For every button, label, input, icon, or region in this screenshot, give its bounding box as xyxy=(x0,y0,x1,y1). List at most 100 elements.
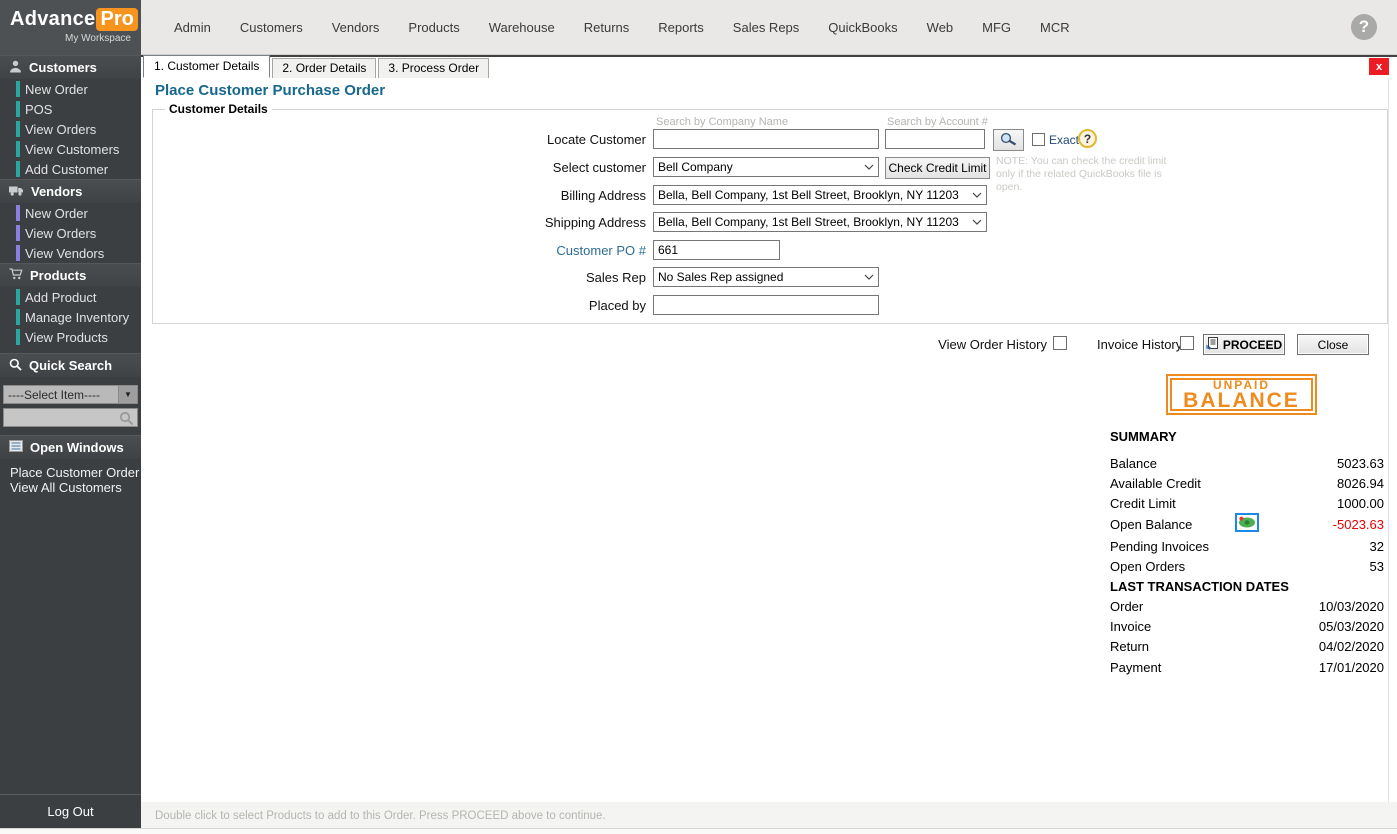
quick-search-input[interactable] xyxy=(3,408,138,427)
sidebar-item-view-vendors[interactable]: View Vendors xyxy=(0,243,141,263)
open-windows-list: Place Customer Order View All Customers xyxy=(0,465,141,495)
sidebar-section-products[interactable]: Products xyxy=(0,263,141,287)
sidebar-item-label: View Orders xyxy=(25,122,96,137)
sidebar-item-customers-new-order[interactable]: New Order xyxy=(0,79,141,99)
sidebar-item-pos[interactable]: POS xyxy=(0,99,141,119)
fieldset-legend: Customer Details xyxy=(165,102,272,116)
locate-help-icon[interactable]: ? xyxy=(1078,129,1097,148)
help-glyph: ? xyxy=(1359,17,1369,37)
check-credit-limit-button[interactable]: Check Credit Limit xyxy=(885,157,990,179)
billing-address-label: Billing Address xyxy=(446,188,646,203)
sidebar-item-add-product[interactable]: Add Product xyxy=(0,287,141,307)
nav-warehouse[interactable]: Warehouse xyxy=(489,20,555,35)
nav-products[interactable]: Products xyxy=(408,20,459,35)
main-content: 1. Customer Details 2. Order Details 3. … xyxy=(141,55,1397,834)
open-window-place-customer-order[interactable]: Place Customer Order xyxy=(0,465,141,480)
nav-mcr[interactable]: MCR xyxy=(1040,20,1070,35)
right-divider xyxy=(1388,79,1389,802)
sidebar-section-customers[interactable]: Customers xyxy=(0,55,141,79)
summary-label: Pending Invoices xyxy=(1110,539,1209,554)
summary-panel: SUMMARY Balance 5023.63 Available Credit… xyxy=(1110,429,1384,678)
sidebar-item-vendors-new-order[interactable]: New Order xyxy=(0,203,141,223)
logout-button[interactable]: Log Out xyxy=(0,794,141,828)
nav-mfg[interactable]: MFG xyxy=(982,20,1011,35)
select-customer-dropdown[interactable]: Bell Company xyxy=(653,157,879,177)
check-credit-limit-label: Check Credit Limit xyxy=(888,161,986,175)
nav-quickbooks[interactable]: QuickBooks xyxy=(828,20,897,35)
sidebar-item-view-products[interactable]: View Products xyxy=(0,327,141,347)
placed-by-input[interactable] xyxy=(653,295,879,315)
proceed-button[interactable]: PROCEED xyxy=(1203,334,1285,355)
close-button[interactable]: Close xyxy=(1297,334,1369,355)
sidebar-item-view-orders[interactable]: View Orders xyxy=(0,119,141,139)
logo-line: Advance Pro xyxy=(10,8,133,31)
sidebar-item-label: View Customers xyxy=(25,142,119,157)
nav-returns[interactable]: Returns xyxy=(584,20,630,35)
nav-sales-reps[interactable]: Sales Reps xyxy=(733,20,799,35)
company-search-hint: Search by Company Name xyxy=(656,116,788,128)
quick-search-item-select[interactable]: ----Select Item---- ▼ xyxy=(3,385,138,404)
app-logo[interactable]: Advance Pro My Workspace xyxy=(0,0,141,55)
sidebar-item-label: POS xyxy=(25,102,52,117)
bottom-strip xyxy=(0,828,1397,834)
summary-value: 53 xyxy=(1370,559,1384,574)
nav-vendors[interactable]: Vendors xyxy=(332,20,380,35)
summary-label: Available Credit xyxy=(1110,476,1201,491)
summary-row-pending-invoices: Pending Invoices 32 xyxy=(1110,536,1384,556)
help-icon[interactable]: ? xyxy=(1351,14,1377,40)
sidebar-item-label: View Vendors xyxy=(25,246,104,261)
view-order-history-checkbox[interactable] xyxy=(1053,336,1067,350)
tab-customer-details[interactable]: 1. Customer Details xyxy=(143,55,270,78)
date-label: Invoice xyxy=(1110,619,1151,634)
money-icon[interactable] xyxy=(1235,513,1259,532)
nav-reports[interactable]: Reports xyxy=(658,20,704,35)
cart-icon xyxy=(9,268,23,283)
customer-po-input[interactable] xyxy=(653,240,780,260)
sidebar-item-add-customer[interactable]: Add Customer xyxy=(0,159,141,179)
tab-order-details[interactable]: 2. Order Details xyxy=(272,58,376,78)
billing-address-dropdown[interactable]: Bella, Bell Company, 1st Bell Street, Br… xyxy=(653,185,987,205)
sidebar-section-title: Customers xyxy=(29,60,97,75)
shipping-address-dropdown[interactable]: Bella, Bell Company, 1st Bell Street, Br… xyxy=(653,212,987,232)
sidebar-item-manage-inventory[interactable]: Manage Inventory xyxy=(0,307,141,327)
sidebar-item-view-customers[interactable]: View Customers xyxy=(0,139,141,159)
customer-details-fieldset: Customer Details Search by Company Name … xyxy=(152,109,1388,324)
chevron-down-icon[interactable]: ▼ xyxy=(118,386,137,403)
summary-value: 1000.00 xyxy=(1337,496,1384,511)
proceed-label: PROCEED xyxy=(1223,338,1282,352)
sidebar-item-vendors-view-orders[interactable]: View Orders xyxy=(0,223,141,243)
account-search-input[interactable] xyxy=(885,129,985,149)
exact-checkbox[interactable] xyxy=(1032,133,1045,146)
shipping-address-value: Bella, Bell Company, 1st Bell Street, Br… xyxy=(654,215,968,229)
sales-rep-dropdown[interactable]: No Sales Rep assigned xyxy=(653,267,879,287)
tab-process-order[interactable]: 3. Process Order xyxy=(378,58,489,78)
sidebar-item-label: New Order xyxy=(25,206,88,221)
invoice-history-label: Invoice History xyxy=(1097,337,1182,352)
select-customer-label: Select customer xyxy=(446,160,646,175)
invoice-history-checkbox[interactable] xyxy=(1180,336,1194,350)
date-row-order: Order 10/03/2020 xyxy=(1110,596,1384,616)
chevron-down-icon xyxy=(968,219,986,225)
nav-web[interactable]: Web xyxy=(927,20,954,35)
status-bar: Double click to select Products to add t… xyxy=(141,802,1397,829)
last-transaction-dates-title: LAST TRANSACTION DATES xyxy=(1110,576,1384,596)
date-label: Return xyxy=(1110,639,1149,654)
logout-label: Log Out xyxy=(47,804,93,819)
close-window-button[interactable]: x xyxy=(1369,58,1389,75)
sidebar-section-vendors[interactable]: Vendors xyxy=(0,179,141,203)
summary-value-negative: -5023.63 xyxy=(1333,517,1384,532)
search-icon[interactable] xyxy=(119,411,134,431)
summary-label: Open Orders xyxy=(1110,559,1185,574)
chevron-down-icon xyxy=(860,164,878,170)
billing-address-value: Bella, Bell Company, 1st Bell Street, Br… xyxy=(654,188,968,202)
nav-admin[interactable]: Admin xyxy=(174,20,211,35)
date-row-payment: Payment 17/01/2020 xyxy=(1110,656,1384,678)
sidebar-item-label: View Orders xyxy=(25,226,96,241)
locate-search-button[interactable] xyxy=(993,129,1024,151)
nav-customers[interactable]: Customers xyxy=(240,20,303,35)
open-window-view-all-customers[interactable]: View All Customers xyxy=(0,480,141,495)
date-label: Payment xyxy=(1110,660,1161,675)
date-row-invoice: Invoice 05/03/2020 xyxy=(1110,616,1384,636)
sidebar-item-label: Add Customer xyxy=(25,162,108,177)
company-search-input[interactable] xyxy=(653,129,879,149)
